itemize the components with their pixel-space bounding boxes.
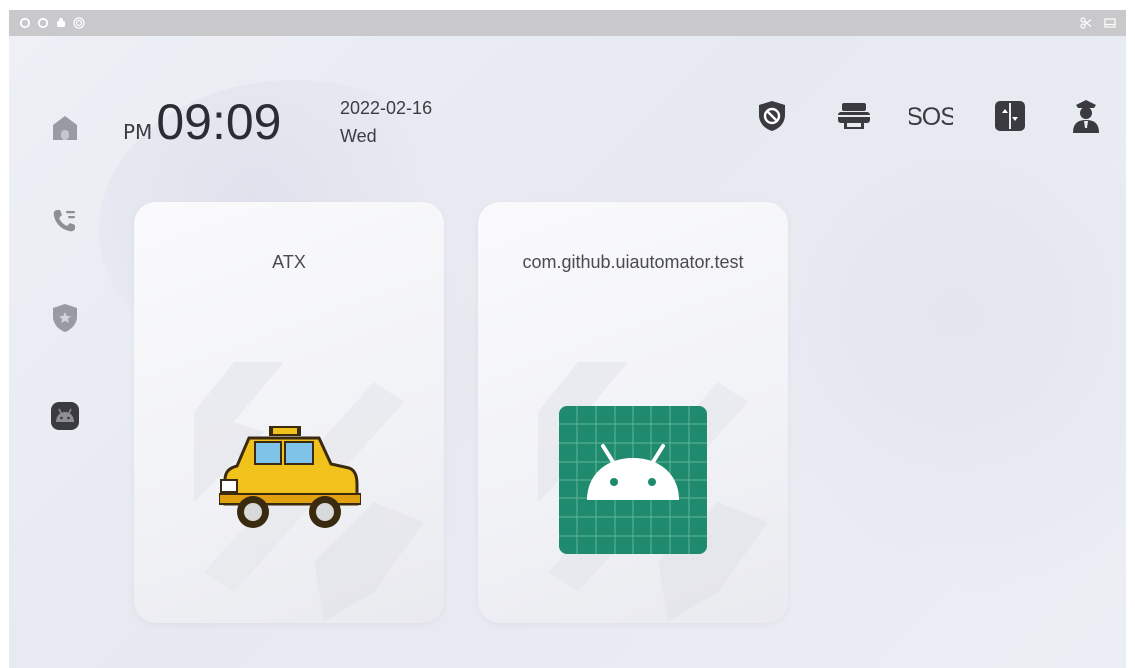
app-card-atx[interactable]: ATX [134,202,444,623]
security-shield-icon [50,302,80,338]
launcher-screen: PM 09:09 2022-02-16 Wed SOS ATX com.gith… [9,10,1126,668]
app-label: com.github.uiautomator.test [522,252,744,272]
guard-icon [1070,97,1102,139]
circle-outline-icon [19,17,31,29]
android-apps-icon [49,400,81,436]
sidebar-item-calls[interactable] [45,202,85,242]
svg-text:SOS: SOS [909,103,953,131]
target-icon [73,17,85,29]
scissors-icon [1080,17,1092,29]
door-panel-icon [993,99,1027,137]
app-label: ATX [272,252,306,272]
sidebar-item-apps[interactable] [45,398,85,438]
sos-button[interactable]: SOS [906,96,957,140]
app-card-uiautomator[interactable]: com.github.uiautomator.test [478,202,788,623]
printer-button[interactable] [832,96,876,140]
printer-icon [836,101,872,135]
sos-icon: SOS [906,101,957,135]
shield-block-button[interactable] [750,96,794,140]
shield-block-icon [756,99,788,137]
taxi-icon [218,420,362,542]
top-action-bar: SOS [9,96,1126,146]
status-right [1080,17,1116,29]
status-left [19,17,85,29]
call-log-icon [49,204,81,240]
background-blob [789,130,1126,590]
tablet-icon [1104,17,1116,29]
sidebar-item-security[interactable] [45,300,85,340]
status-bar [9,10,1126,36]
guard-button[interactable] [1064,96,1108,140]
circle-outline-icon [37,17,49,29]
android-icon [559,406,707,558]
robot-icon [55,17,67,29]
door-panel-button[interactable] [988,96,1032,140]
